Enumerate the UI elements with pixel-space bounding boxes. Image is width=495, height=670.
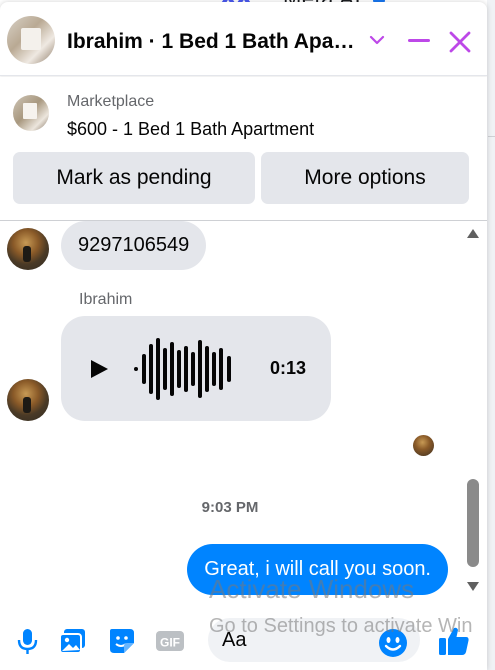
chevron-down-icon[interactable] <box>367 32 387 48</box>
voice-duration: 0:13 <box>270 358 307 378</box>
chat-header[interactable]: Ibrahim · 1 Bed 1 Bath Apa… <box>0 2 487 76</box>
svg-text:GIF: GIF <box>160 636 180 650</box>
page-divider <box>488 136 495 137</box>
chat-title[interactable]: Ibrahim · 1 Bed 1 Bath Apa… <box>67 30 354 54</box>
message-timestamp: 9:03 PM <box>201 499 259 516</box>
voice-message[interactable]: 0:13 <box>61 316 331 421</box>
scroll-up-arrow[interactable] <box>467 229 479 238</box>
mark-as-pending-button[interactable]: Mark as pending <box>13 152 255 204</box>
scroll-down-arrow[interactable] <box>467 582 479 591</box>
scrollbar-thumb[interactable] <box>467 479 479 567</box>
close-icon[interactable] <box>448 30 472 54</box>
chat-window: Ibrahim · 1 Bed 1 Bath Apa… Marketplace … <box>0 2 487 670</box>
marketplace-label: Marketplace <box>67 93 155 110</box>
message-composer: GIF <box>0 606 487 670</box>
gif-icon[interactable]: GIF <box>155 626 185 656</box>
listing-title[interactable]: $600 - 1 Bed 1 Bath Apartment <box>67 119 314 140</box>
seen-indicator-avatar <box>413 435 434 456</box>
like-icon[interactable] <box>437 624 471 658</box>
message-list[interactable]: 9297106549 Ibrahim 0:13 9:03 PM Great, i… <box>0 221 487 606</box>
outgoing-message[interactable]: Great, i will call you soon. <box>187 544 448 595</box>
emoji-icon[interactable] <box>378 628 408 658</box>
photo-icon[interactable] <box>58 626 88 656</box>
more-options-button[interactable]: More options <box>261 152 469 204</box>
minimize-icon[interactable] <box>408 31 430 51</box>
marketplace-panel: Marketplace $600 - 1 Bed 1 Bath Apartmen… <box>0 77 487 221</box>
scrollbar[interactable] <box>461 221 485 606</box>
listing-thumbnail[interactable] <box>13 95 49 131</box>
sender-avatar[interactable] <box>7 228 49 270</box>
sticker-icon[interactable] <box>107 626 137 656</box>
incoming-message[interactable]: 9297106549 <box>61 221 207 270</box>
listing-avatar[interactable] <box>7 16 55 64</box>
page-edge <box>487 0 495 670</box>
sender-name: Ibrahim <box>79 291 133 308</box>
sender-avatar[interactable] <box>7 379 49 421</box>
play-icon[interactable] <box>88 358 110 380</box>
microphone-icon[interactable] <box>13 626 43 656</box>
waveform-icon <box>134 338 231 400</box>
